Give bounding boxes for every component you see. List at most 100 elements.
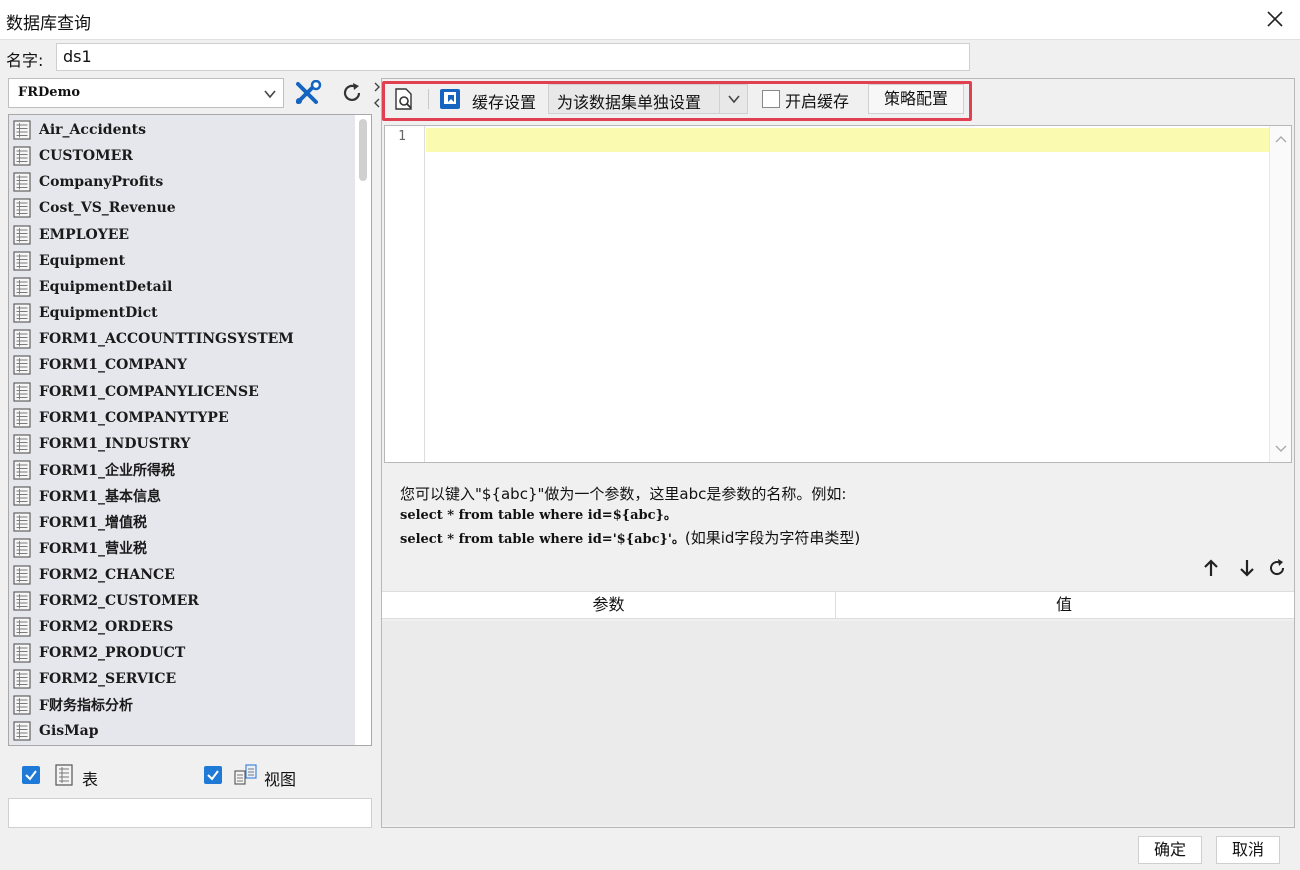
table-list-item[interactable]: FORM1_ACCOUNTTINGSYSTEM	[12, 326, 352, 352]
panel-splitter[interactable]	[373, 80, 381, 110]
scrollbar-thumb[interactable]	[359, 119, 367, 181]
table-list-item[interactable]: F财务指标分析	[12, 692, 352, 718]
table-list-scrollbar[interactable]	[355, 115, 371, 745]
table-name: FORM1_营业税	[39, 541, 148, 558]
table-list-item[interactable]: EquipmentDict	[12, 300, 352, 326]
enable-cache-checkbox[interactable]	[762, 90, 780, 108]
table-list[interactable]: Air_Accidents CUSTOMER CompanyProfits Cost_…	[8, 114, 372, 746]
table-list-item[interactable]: FORM1_增值税	[12, 509, 352, 535]
table-name: Equipment	[39, 252, 126, 269]
arrow-down-icon	[1240, 560, 1254, 577]
table-list-item[interactable]: FORM1_COMPANY	[12, 352, 352, 378]
close-icon[interactable]	[1262, 6, 1288, 32]
table-list-item[interactable]: EquipmentDetail	[12, 274, 352, 300]
table-icon	[13, 329, 31, 349]
table-icon	[13, 303, 31, 323]
ok-button[interactable]: 确定	[1138, 836, 1202, 864]
cancel-button[interactable]: 取消	[1216, 836, 1280, 864]
table-icon	[13, 434, 31, 454]
table-icon	[13, 564, 31, 585]
table-name: FORM1_基本信息	[39, 489, 162, 506]
table-list-item[interactable]: CompanyProfits	[12, 169, 352, 195]
name-input[interactable]: ds1	[56, 43, 970, 71]
refresh-params-button[interactable]	[1264, 555, 1290, 581]
column-header-param[interactable]: 参数	[382, 592, 836, 618]
hint-line-3-note: (如果id字段为字符串类型)	[684, 529, 861, 547]
connection-select[interactable]: FRDemo	[8, 78, 284, 108]
table-list-item[interactable]: FORM1_COMPANYTYPE	[12, 405, 352, 431]
table-list-item[interactable]: FORM2_CUSTOMER	[12, 588, 352, 614]
column-header-value[interactable]: 值	[837, 592, 1291, 618]
table-list-item[interactable]: FORM1_基本信息	[12, 483, 352, 509]
parameter-table-header: 参数 值	[382, 591, 1294, 619]
table-search-input[interactable]	[8, 798, 372, 828]
table-list-item[interactable]: Air_Accidents	[12, 117, 352, 143]
table-name: EquipmentDict	[39, 305, 158, 322]
cache-mode-select[interactable]: 为该数据集单独设置	[548, 84, 748, 114]
connection-settings-button[interactable]	[292, 78, 324, 108]
table-name: FORM2_ORDERS	[39, 618, 174, 635]
table-list-item[interactable]: FORM2_ORDERS	[12, 614, 352, 640]
active-line[interactable]	[426, 128, 1270, 152]
table-list-item[interactable]: FORM2_CHANCE	[12, 562, 352, 588]
table-list-item[interactable]: FORM1_企业所得税	[12, 457, 352, 483]
view-icon	[234, 764, 257, 785]
table-icon	[13, 617, 31, 637]
table-list-item[interactable]: CUSTOMER	[12, 143, 352, 169]
line-number: 1	[398, 129, 406, 144]
table-list-item[interactable]: FORM1_INDUSTRY	[12, 431, 352, 457]
move-down-button[interactable]	[1234, 555, 1260, 581]
table-list-item[interactable]: Equipment	[12, 248, 352, 274]
left-panel: FRDemo Air_Accidents CUSTOMER CompanyProfi…	[8, 78, 372, 828]
sql-editor[interactable]: 1	[384, 125, 1292, 463]
table-name: FORM2_CUSTOMER	[39, 592, 199, 609]
move-up-button[interactable]	[1198, 555, 1224, 581]
policy-config-button[interactable]: 策略配置	[868, 84, 964, 114]
table-list-item[interactable]: GisMap	[12, 718, 352, 744]
table-list-item[interactable]: FORM2_PRODUCT	[12, 640, 352, 666]
table-name: FORM1_ACCOUNTTINGSYSTEM	[39, 331, 294, 348]
chevron-up-icon[interactable]	[1274, 134, 1288, 144]
tables-checkbox[interactable]	[22, 766, 40, 784]
tools-icon	[296, 80, 322, 104]
table-name: FORM1_企业所得税	[39, 462, 176, 479]
views-checkbox[interactable]	[204, 766, 222, 784]
cache-icon[interactable]	[438, 87, 462, 111]
chevron-down-icon[interactable]	[1274, 444, 1288, 454]
table-icon	[13, 146, 31, 166]
table-list-item[interactable]: FORM1_COMPANYLICENSE	[12, 379, 352, 405]
enable-cache-label: 开启缓存	[785, 92, 850, 111]
table-icon	[13, 198, 31, 218]
connection-value: FRDemo	[18, 85, 81, 100]
table-name: Cost_VS_Revenue	[39, 200, 176, 217]
table-name: FORM1_INDUSTRY	[39, 435, 191, 452]
parameter-table: 参数 值	[382, 591, 1294, 827]
table-name: FORM1_COMPANYTYPE	[39, 409, 229, 426]
parameter-table-body[interactable]	[382, 621, 1294, 825]
parameter-hint: 您可以键入"${abc}"做为一个参数，这里abc是参数的名称。例如: sele…	[400, 483, 860, 551]
chevron-down-icon	[264, 90, 276, 99]
table-icon	[55, 764, 73, 786]
filter-row: 表 视图	[8, 762, 372, 792]
query-toolbar: 缓存设置 为该数据集单独设置 开启缓存 策略配置	[382, 79, 1294, 121]
title-bar: 数据库查询	[0, 0, 1300, 40]
table-icon	[13, 695, 31, 715]
table-list-item[interactable]: EMPLOYEE	[12, 222, 352, 248]
refresh-button[interactable]	[336, 78, 368, 108]
table-name: Air_Accidents	[39, 122, 147, 138]
views-label: 视图	[264, 770, 297, 789]
table-name: FORM1_COMPANY	[39, 357, 188, 374]
table-name: CUSTOMER	[39, 148, 133, 165]
table-name: EMPLOYEE	[39, 226, 130, 243]
table-list-item[interactable]: FORM2_SERVICE	[12, 666, 352, 692]
table-icon	[13, 512, 31, 532]
table-list-item[interactable]: Cost_VS_Revenue	[12, 195, 352, 221]
table-list-item[interactable]: FORM1_营业税	[12, 535, 352, 561]
name-row: 名字: ds1	[0, 40, 1300, 74]
editor-scrollbar[interactable]	[1269, 126, 1291, 462]
refresh-icon	[343, 83, 361, 102]
preview-icon[interactable]	[392, 87, 416, 111]
table-name: FORM1_COMPANYLICENSE	[39, 383, 259, 400]
table-icon	[13, 460, 31, 480]
table-icon	[13, 538, 31, 558]
